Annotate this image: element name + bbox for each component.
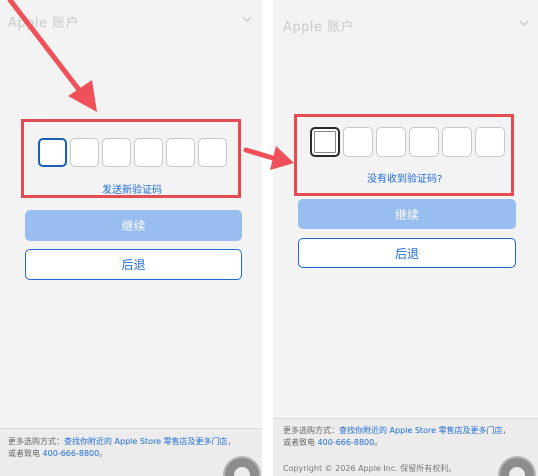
header-title: Apple 账户 [283, 20, 355, 35]
footer-call-suffix: 。 [99, 449, 108, 458]
footer-call-suffix: 。 [374, 438, 383, 447]
highlight-box [21, 119, 241, 198]
copyright-text: Copyright © 2026 Apple Inc. 保留所有权利。 [283, 464, 457, 473]
panel-gap [262, 0, 273, 476]
footer-line-1: 更多选购方式：查找你附近的 Apple Store 零售店及更多门店， [8, 436, 254, 448]
phone-link[interactable]: 400-666-8800 [318, 438, 375, 447]
footer-prefix: 更多选购方式： [8, 437, 64, 446]
footer-tail: ， [227, 437, 236, 446]
continue-button[interactable]: 继续 [298, 199, 516, 229]
footer-prefix: 更多选购方式： [283, 426, 339, 435]
phone-link[interactable]: 400-666-8800 [43, 449, 100, 458]
footer-line-2: 或者致电 400-666-8800。 [283, 437, 528, 449]
back-button[interactable]: 后退 [25, 249, 242, 280]
header-title: Apple 账户 [8, 16, 80, 31]
left-screenshot-panel: Apple 账户 发送新验证码 继续 后退 更多选购方式：查找你附近的 Appl… [0, 0, 262, 476]
footer-call-prefix: 或者致电 [8, 449, 43, 458]
highlight-box [294, 114, 514, 196]
footer-line-1: 更多选购方式：查找你附近的 Apple Store 零售店及更多门店， [283, 425, 528, 437]
chevron-down-icon[interactable] [242, 14, 252, 24]
footer: 更多选购方式：查找你附近的 Apple Store 零售店及更多门店， 或者致电… [0, 428, 262, 476]
right-screenshot-panel: Apple 账户 没有收到验证码? 继续 后退 更多选购方式：查找你附近的 Ap… [273, 0, 538, 476]
continue-button[interactable]: 继续 [25, 210, 242, 241]
back-button[interactable]: 后退 [298, 238, 516, 268]
footer-call-prefix: 或者致电 [283, 438, 318, 447]
footer-tail: ， [502, 426, 511, 435]
store-locator-link[interactable]: 查找你附近的 Apple Store 零售店及更多门店 [339, 426, 503, 435]
store-locator-link[interactable]: 查找你附近的 Apple Store 零售店及更多门店 [64, 437, 228, 446]
footer-line-2: 或者致电 400-666-8800。 [8, 448, 254, 460]
chevron-down-icon[interactable] [519, 18, 529, 28]
